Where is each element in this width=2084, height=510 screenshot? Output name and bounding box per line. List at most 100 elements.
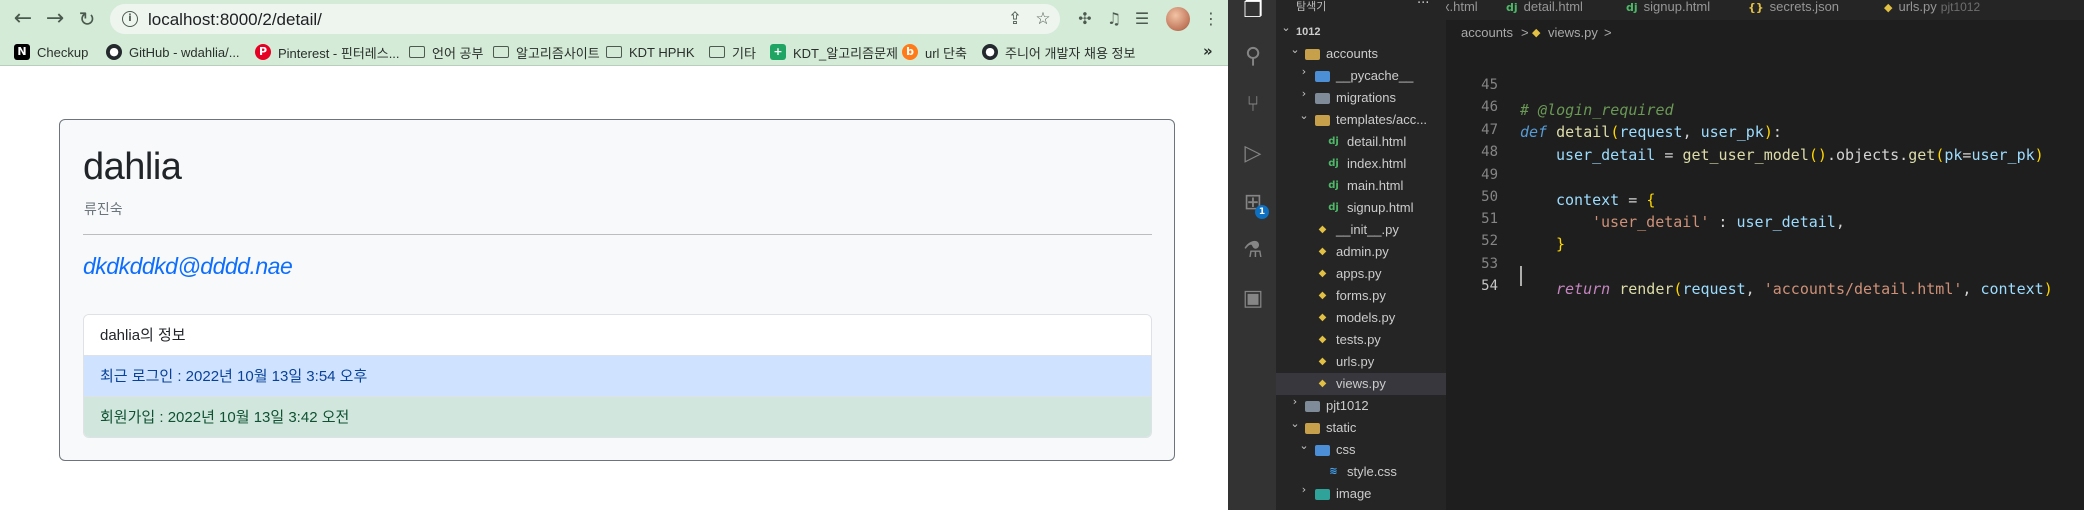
tree-folder-css[interactable]: ⌄ css — [1276, 439, 1446, 461]
editor-tab[interactable]: ◆ urls.py pjt1012 — [1884, 0, 1980, 20]
bookmark-label: 기타 — [732, 45, 756, 61]
django-icon: dj — [1626, 1, 1638, 14]
bookmark-label: 주니어 개발자 채용 정보 — [1005, 45, 1136, 61]
bookmark-item[interactable]: 기타 — [709, 42, 756, 62]
tree-file-tests-py[interactable]: ◆ tests.py — [1276, 329, 1446, 351]
back-arrow-icon[interactable]: ← — [10, 6, 36, 32]
tree-file-main-html[interactable]: dj main.html — [1276, 175, 1446, 197]
editor-tab[interactable]: x.html — [1446, 0, 1478, 20]
breadcrumb-item[interactable]: views.py — [1548, 22, 1598, 44]
bookmark-item[interactable]: 언어 공부 — [409, 42, 483, 62]
editor-tab-bar: x.html dj detail.html dj signup.html {} sec… — [1446, 0, 2084, 20]
django-icon: dj — [1328, 202, 1339, 213]
bookmarks-overflow-icon[interactable]: » — [1203, 42, 1213, 60]
django-icon: dj — [1506, 1, 1518, 14]
site-info-icon[interactable]: i — [122, 11, 138, 27]
bookmark-label: KDT_알고리즘문제 — [793, 45, 898, 61]
json-icon: {} — [1748, 1, 1764, 14]
divider — [83, 234, 1152, 235]
bookmark-item[interactable]: KDT HPHK — [606, 42, 695, 62]
share-icon[interactable]: ⇪ — [1004, 8, 1026, 30]
bookmark-item[interactable]: ● 주니어 개발자 채용 정보 — [982, 42, 1135, 62]
tree-file-urls-py[interactable]: ◆ urls.py — [1276, 351, 1446, 373]
folder-icon — [606, 46, 622, 58]
folder-open-icon — [1305, 49, 1320, 60]
tree-file-style-css[interactable]: ≋ style.css — [1276, 461, 1446, 483]
bookmark-item[interactable]: 알고리즘사이트 — [493, 42, 600, 62]
css-icon: ≋ — [1329, 466, 1338, 477]
bookmark-star-icon[interactable]: ☆ — [1032, 8, 1054, 30]
chevron-down-icon: ⌄ — [1290, 43, 1300, 56]
reload-icon[interactable]: ↻ — [74, 6, 100, 32]
tree-file-models-py[interactable]: ◆ models.py — [1276, 307, 1446, 329]
code-editor[interactable]: 45 # @login_required 46 def detail(reque… — [1446, 44, 2084, 510]
bookmark-label: Pinterest - 핀터레스... — [278, 45, 400, 61]
tree-file-views-py[interactable]: ◆ views.py — [1276, 373, 1446, 395]
media-control-icon[interactable]: ♫ — [1103, 8, 1125, 30]
bookmark-label: 알고리즘사이트 — [516, 45, 600, 61]
profile-email: dkdkddkd@dddd.nae — [83, 253, 293, 279]
source-control-icon[interactable]: ⑂ — [1240, 92, 1266, 118]
tree-file-apps-py[interactable]: ◆ apps.py — [1276, 263, 1446, 285]
bookmark-item[interactable]: ● GitHub - wdahlia/... — [106, 42, 240, 62]
bookmark-label: url 단축 — [925, 45, 967, 61]
editor-tab[interactable]: dj detail.html — [1506, 0, 1583, 20]
bookmarks-bar: N Checkup ● GitHub - wdahlia/... P Pinte… — [0, 38, 1228, 66]
explorer-files-icon[interactable]: ❐ — [1240, 0, 1266, 24]
forward-arrow-icon[interactable]: → — [42, 6, 68, 32]
tree-file-detail-html[interactable]: dj detail.html — [1276, 131, 1446, 153]
tree-folder-migrations[interactable]: › migrations — [1276, 87, 1446, 109]
tree-file-forms-py[interactable]: ◆ forms.py — [1276, 285, 1446, 307]
reading-list-icon[interactable]: ☰ — [1131, 8, 1153, 30]
python-icon: ◆ — [1318, 378, 1327, 389]
tree-folder-templates[interactable]: ⌄ templates/acc... — [1276, 109, 1446, 131]
python-icon: ◆ — [1318, 246, 1327, 257]
python-icon: ◆ — [1318, 268, 1327, 279]
profile-avatar[interactable] — [1166, 7, 1190, 31]
tree-file-index-html[interactable]: dj index.html — [1276, 153, 1446, 175]
tree-folder-1012[interactable]: ⌄ 1012 — [1276, 21, 1446, 43]
django-icon: dj — [1328, 136, 1339, 147]
extensions-puzzle-icon[interactable]: ✣ — [1074, 8, 1096, 30]
bookmark-label: Checkup — [37, 44, 89, 60]
bookmark-item[interactable]: N Checkup — [14, 42, 88, 62]
chevron-right-icon: › — [1292, 395, 1298, 408]
url-text[interactable]: localhost:8000/2/detail/ — [148, 10, 322, 30]
run-debug-icon[interactable]: ▷ — [1240, 141, 1266, 167]
bookmark-item[interactable]: P Pinterest - 핀터레스... — [255, 42, 400, 62]
sheets-icon: + — [770, 44, 786, 60]
chevron-right-icon: › — [1301, 483, 1307, 496]
tree-file-admin-py[interactable]: ◆ admin.py — [1276, 241, 1446, 263]
folder-icon — [1315, 445, 1330, 456]
tree-folder-image[interactable]: › image — [1276, 483, 1446, 505]
browser-toolbar: ← → ↻ i localhost:8000/2/detail/ ⇪ ☆ ✣ ♫… — [0, 0, 1228, 38]
folder-icon — [1315, 93, 1330, 104]
tree-file-signup-html[interactable]: dj signup.html — [1276, 197, 1446, 219]
activity-bar: ❐ ⚲ ⑂ ▷ ⊞ 1 ⚗ ▣ — [1228, 0, 1276, 510]
tree-file-init-py[interactable]: ◆ __init__.py — [1276, 219, 1446, 241]
explorer-title: 탐색기 — [1296, 1, 1327, 13]
testing-flask-icon[interactable]: ⚗ — [1240, 238, 1266, 264]
menu-kebab-icon[interactable]: ⋮ — [1200, 8, 1222, 30]
editor-tab[interactable]: {} secrets.json — [1748, 0, 1839, 20]
remote-explorer-icon[interactable]: ▣ — [1240, 286, 1266, 312]
profile-username: dahlia — [83, 146, 182, 188]
tree-folder-pjt1012[interactable]: › pjt1012 — [1276, 395, 1446, 417]
chevron-right-icon: › — [1301, 87, 1307, 100]
editor-tab[interactable]: dj signup.html — [1626, 0, 1710, 20]
breadcrumb-separator: > — [1604, 25, 1612, 40]
search-icon[interactable]: ⚲ — [1240, 44, 1266, 70]
tree-folder-pycache[interactable]: › __pycache__ — [1276, 65, 1446, 87]
tree-folder-accounts[interactable]: ⌄ accounts — [1276, 43, 1446, 65]
more-actions-icon[interactable]: ··· — [1417, 0, 1429, 11]
bookmark-item[interactable]: b url 단축 — [902, 42, 967, 62]
breadcrumb-item[interactable]: accounts — [1461, 22, 1513, 44]
pinterest-icon: P — [255, 44, 271, 60]
address-bar[interactable]: i localhost:8000/2/detail/ ⇪ ☆ — [110, 4, 1060, 34]
tree-folder-static[interactable]: ⌄ static — [1276, 417, 1446, 439]
folder-icon — [409, 46, 425, 58]
code-line: 46 def detail(request, user_pk): — [1481, 99, 1782, 141]
code-line: 53 return render(request, 'accounts/deta… — [1481, 256, 2053, 298]
folder-open-icon — [1315, 115, 1330, 126]
bookmark-item[interactable]: + KDT_알고리즘문제 — [770, 42, 898, 62]
